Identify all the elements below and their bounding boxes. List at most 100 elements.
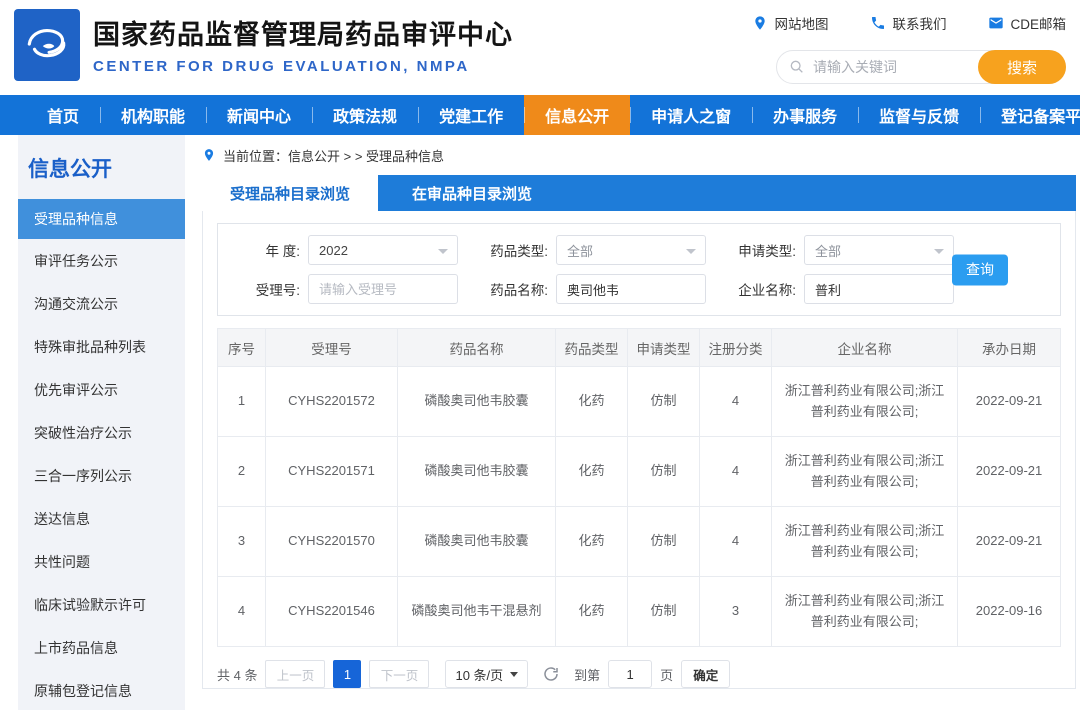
cell-company: 浙江普利药业有限公司;浙江普利药业有限公司; bbox=[772, 437, 958, 507]
column-header-company: 企业名称 bbox=[772, 329, 958, 367]
sidebar-item-excipients-registration[interactable]: 原辅包登记信息 bbox=[18, 669, 185, 710]
column-header-seq: 序号 bbox=[218, 329, 266, 367]
sidebar-item-accepted-varieties[interactable]: 受理品种信息 bbox=[18, 199, 185, 239]
refresh-icon[interactable] bbox=[542, 665, 560, 683]
page-size-select[interactable]: 10 条/页 bbox=[445, 660, 528, 688]
sidebar: 信息公开 受理品种信息 审评任务公示 沟通交流公示 特殊审批品种列表 优先审评公… bbox=[18, 135, 185, 710]
nav-item-party[interactable]: 党建工作 bbox=[418, 95, 524, 135]
sitemap-link[interactable]: 网站地图 bbox=[752, 13, 828, 33]
nav-item-news[interactable]: 新闻中心 bbox=[206, 95, 312, 135]
nav-item-policies[interactable]: 政策法规 bbox=[312, 95, 418, 135]
table-header-row: 序号 受理号 药品名称 药品类型 申请类型 注册分类 企业名称 承办日期 bbox=[218, 329, 1061, 367]
confirm-button[interactable]: 确定 bbox=[681, 660, 730, 688]
goto-page-unit: 页 bbox=[660, 665, 673, 684]
page-subtitle: CENTER FOR DRUG EVALUATION, NMPA bbox=[93, 58, 513, 75]
sidebar-item-priority-review[interactable]: 优先审评公示 bbox=[18, 368, 185, 411]
cell-drug-type: 化药 bbox=[556, 577, 628, 647]
cell-acceptance-no: CYHS2201546 bbox=[266, 577, 398, 647]
nav-item-supervision[interactable]: 监督与反馈 bbox=[858, 95, 980, 135]
sidebar-item-marketed-drugs[interactable]: 上市药品信息 bbox=[18, 626, 185, 669]
sidebar-item-special-approval[interactable]: 特殊审批品种列表 bbox=[18, 325, 185, 368]
drug-name-label: 药品名称: bbox=[480, 279, 548, 299]
goto-page-label: 到第 bbox=[574, 665, 600, 684]
cell-seq: 1 bbox=[218, 367, 266, 437]
table-row[interactable]: 1 CYHS2201572 磷酸奥司他韦胶囊 化药 仿制 4 浙江普利药业有限公… bbox=[218, 367, 1061, 437]
table-row[interactable]: 3 CYHS2201570 磷酸奥司他韦胶囊 化药 仿制 4 浙江普利药业有限公… bbox=[218, 507, 1061, 577]
sidebar-item-clinical-trial-license[interactable]: 临床试验默示许可 bbox=[18, 583, 185, 626]
column-header-drug-type: 药品类型 bbox=[556, 329, 628, 367]
cell-reg-class: 4 bbox=[700, 367, 772, 437]
nav-item-registration-platform[interactable]: 登记备案平台 bbox=[980, 95, 1080, 135]
header-quick-links: 网站地图 联系我们 CDE邮箱 bbox=[752, 13, 1066, 33]
sitemap-link-label: 网站地图 bbox=[774, 13, 828, 33]
nav-item-functions[interactable]: 机构职能 bbox=[100, 95, 206, 135]
sidebar-item-review-tasks[interactable]: 审评任务公示 bbox=[18, 239, 185, 282]
cell-reg-class: 4 bbox=[700, 507, 772, 577]
sidebar-item-delivery-info[interactable]: 送达信息 bbox=[18, 497, 185, 540]
chevron-down-icon bbox=[686, 249, 696, 254]
apply-type-select[interactable]: 全部 bbox=[804, 235, 954, 265]
sidebar-item-communication[interactable]: 沟通交流公示 bbox=[18, 282, 185, 325]
nav-item-services[interactable]: 办事服务 bbox=[752, 95, 858, 135]
year-label: 年 度: bbox=[232, 240, 300, 260]
drug-type-select-value: 全部 bbox=[567, 241, 593, 260]
phone-icon bbox=[870, 15, 886, 31]
page-number-button[interactable]: 1 bbox=[333, 660, 361, 688]
tab-bar: 受理品种目录浏览 在审品种目录浏览 bbox=[202, 175, 1076, 211]
search-button[interactable]: 搜索 bbox=[978, 50, 1066, 84]
cde-mail-link-label: CDE邮箱 bbox=[1010, 13, 1066, 33]
tab-under-review-catalog[interactable]: 在审品种目录浏览 bbox=[378, 175, 566, 211]
company-name-input[interactable] bbox=[805, 275, 953, 303]
cell-drug-type: 化药 bbox=[556, 367, 628, 437]
cell-acceptance-no: CYHS2201570 bbox=[266, 507, 398, 577]
main-nav: 首页 机构职能 新闻中心 政策法规 党建工作 信息公开 申请人之窗 办事服务 监… bbox=[0, 95, 1080, 135]
nav-item-applicant-window[interactable]: 申请人之窗 bbox=[630, 95, 752, 135]
cell-company: 浙江普利药业有限公司;浙江普利药业有限公司; bbox=[772, 577, 958, 647]
nav-item-info-disclosure[interactable]: 信息公开 bbox=[524, 95, 630, 135]
cell-seq: 2 bbox=[218, 437, 266, 507]
site-logo bbox=[14, 9, 80, 81]
nav-item-home[interactable]: 首页 bbox=[26, 95, 100, 135]
column-header-apply-type: 申请类型 bbox=[628, 329, 700, 367]
total-count: 共 4 条 bbox=[217, 665, 257, 684]
page-size-value: 10 条/页 bbox=[455, 665, 503, 684]
sidebar-item-breakthrough-therapy[interactable]: 突破性治疗公示 bbox=[18, 411, 185, 454]
drug-name-input[interactable] bbox=[557, 275, 705, 303]
prev-page-button[interactable]: 上一页 bbox=[265, 660, 325, 688]
chevron-down-icon bbox=[438, 249, 448, 254]
cell-drug-type: 化药 bbox=[556, 507, 628, 577]
results-table: 序号 受理号 药品名称 药品类型 申请类型 注册分类 企业名称 承办日期 1 C… bbox=[217, 328, 1061, 647]
filter-form: 年 度: 2022 药品类型: 全部 申请类 bbox=[217, 223, 1061, 316]
contact-us-link-label: 联系我们 bbox=[892, 13, 946, 33]
mail-icon bbox=[988, 15, 1004, 31]
sidebar-item-common-issues[interactable]: 共性问题 bbox=[18, 540, 185, 583]
table-row[interactable]: 2 CYHS2201571 磷酸奥司他韦胶囊 化药 仿制 4 浙江普利药业有限公… bbox=[218, 437, 1061, 507]
drug-type-select[interactable]: 全部 bbox=[556, 235, 706, 265]
sidebar-item-three-in-one[interactable]: 三合一序列公示 bbox=[18, 454, 185, 497]
company-name-label: 企业名称: bbox=[728, 279, 796, 299]
cell-apply-type: 仿制 bbox=[628, 367, 700, 437]
cell-company: 浙江普利药业有限公司;浙江普利药业有限公司; bbox=[772, 367, 958, 437]
year-select[interactable]: 2022 bbox=[308, 235, 458, 265]
column-header-date: 承办日期 bbox=[958, 329, 1061, 367]
year-select-value: 2022 bbox=[319, 243, 348, 258]
chevron-down-icon bbox=[510, 672, 518, 677]
apply-type-label: 申请类型: bbox=[728, 240, 796, 260]
breadcrumb: 当前位置：信息公开 > > 受理品种信息 bbox=[202, 135, 1076, 167]
cell-date: 2022-09-21 bbox=[958, 437, 1061, 507]
cell-drug-name: 磷酸奥司他韦干混悬剂 bbox=[398, 577, 556, 647]
cell-drug-type: 化药 bbox=[556, 437, 628, 507]
next-page-button[interactable]: 下一页 bbox=[369, 660, 429, 688]
cell-drug-name: 磷酸奥司他韦胶囊 bbox=[398, 507, 556, 577]
table-row[interactable]: 4 CYHS2201546 磷酸奥司他韦干混悬剂 化药 仿制 3 浙江普利药业有… bbox=[218, 577, 1061, 647]
query-button[interactable]: 查询 bbox=[952, 254, 1008, 285]
cell-seq: 3 bbox=[218, 507, 266, 577]
goto-page-input[interactable] bbox=[608, 660, 652, 688]
contact-us-link[interactable]: 联系我们 bbox=[870, 13, 946, 33]
cde-mail-link[interactable]: CDE邮箱 bbox=[988, 13, 1066, 33]
sidebar-title: 信息公开 bbox=[18, 135, 185, 199]
tab-accepted-catalog[interactable]: 受理品种目录浏览 bbox=[202, 175, 378, 211]
acceptance-no-input[interactable] bbox=[309, 275, 457, 303]
acceptance-no-label: 受理号: bbox=[232, 279, 300, 299]
content-panel: 年 度: 2022 药品类型: 全部 申请类 bbox=[202, 211, 1076, 689]
